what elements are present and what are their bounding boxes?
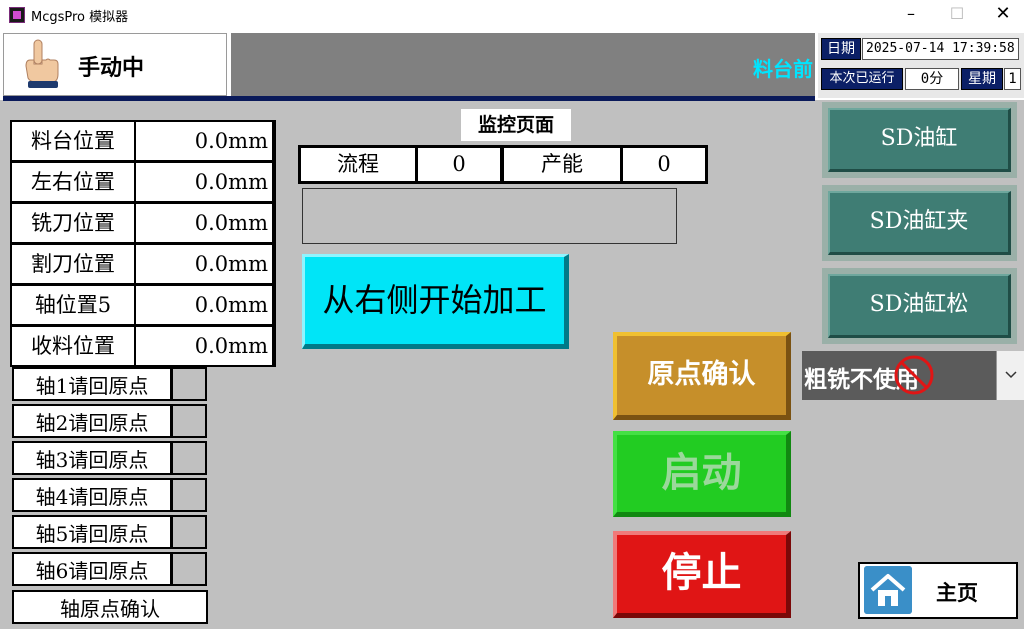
homing-lamp bbox=[171, 478, 207, 512]
weekday-value: 1 bbox=[1004, 68, 1021, 90]
position-label: 料台位置 bbox=[12, 122, 134, 160]
runtime-value: 0分 bbox=[905, 68, 959, 90]
position-value: 0.0mm bbox=[136, 327, 272, 365]
header-divider bbox=[3, 96, 815, 101]
app-icon bbox=[9, 7, 25, 23]
close-button[interactable]: ✕ bbox=[980, 0, 1024, 30]
homing-status: 轴1请回原点 bbox=[12, 367, 172, 401]
position-label: 收料位置 bbox=[12, 327, 134, 365]
position-value: 0.0mm bbox=[136, 122, 272, 160]
start-from-right-button[interactable]: 从右侧开始加工 bbox=[302, 254, 569, 349]
homing-status: 轴2请回原点 bbox=[12, 404, 172, 438]
homing-lamp bbox=[171, 367, 207, 401]
prohibited-icon bbox=[894, 355, 934, 395]
sd-cylinder-clamp-label: SD油缸夹 bbox=[828, 191, 1011, 255]
date-label: 日期 bbox=[821, 38, 861, 60]
capacity-value: 0 bbox=[623, 148, 705, 181]
position-label: 铣刀位置 bbox=[12, 204, 134, 242]
sd-cylinder-release-label: SD油缸松 bbox=[828, 274, 1011, 338]
message-box bbox=[302, 188, 677, 244]
sd-cylinder-clamp-button[interactable]: SD油缸夹 bbox=[822, 185, 1017, 261]
marquee-bar bbox=[231, 33, 815, 96]
window-titlebar bbox=[0, 0, 1024, 30]
position-value: 0.0mm bbox=[136, 163, 272, 201]
sd-cylinder-label: SD油缸 bbox=[828, 108, 1011, 172]
chevron-down-icon bbox=[1005, 371, 1017, 379]
home-confirm-button[interactable]: 原点确认 bbox=[613, 332, 791, 420]
flow-label: 流程 bbox=[301, 148, 415, 181]
marquee-text: 料台前 bbox=[753, 57, 813, 81]
position-value: 0.0mm bbox=[136, 204, 272, 242]
homing-lamp bbox=[171, 441, 207, 475]
home-icon bbox=[864, 566, 912, 614]
maximize-button[interactable]: ☐ bbox=[934, 0, 980, 30]
weekday-label: 星期 bbox=[961, 68, 1003, 90]
position-label: 割刀位置 bbox=[12, 245, 134, 283]
main-page-label: 主页 bbox=[936, 581, 978, 605]
position-label: 轴位置5 bbox=[12, 286, 134, 324]
runtime-label: 本次已运行 bbox=[821, 68, 903, 90]
start-button[interactable]: 启动 bbox=[613, 431, 791, 517]
stop-button[interactable]: 停止 bbox=[613, 531, 791, 618]
window-title: McgsPro 模拟器 bbox=[31, 10, 129, 25]
homing-confirm-status: 轴原点确认 bbox=[12, 590, 208, 624]
position-value: 0.0mm bbox=[136, 245, 272, 283]
position-value: 0.0mm bbox=[136, 286, 272, 324]
minimize-button[interactable]: – bbox=[888, 0, 934, 30]
hand-pointer-icon bbox=[25, 39, 59, 88]
homing-lamp bbox=[171, 515, 207, 549]
sd-cylinder-button[interactable]: SD油缸 bbox=[822, 102, 1017, 178]
homing-status: 轴5请回原点 bbox=[12, 515, 172, 549]
position-label: 左右位置 bbox=[12, 163, 134, 201]
date-value: 2025-07-14 17:39:58 bbox=[862, 38, 1019, 60]
mode-label: 手动中 bbox=[78, 56, 145, 81]
dropdown-button[interactable] bbox=[996, 351, 1024, 400]
homing-lamp bbox=[171, 552, 207, 586]
homing-status: 轴6请回原点 bbox=[12, 552, 172, 586]
flow-value: 0 bbox=[418, 148, 500, 181]
sd-cylinder-release-button[interactable]: SD油缸松 bbox=[822, 268, 1017, 344]
homing-status: 轴4请回原点 bbox=[12, 478, 172, 512]
homing-status: 轴3请回原点 bbox=[12, 441, 172, 475]
monitor-title: 监控页面 bbox=[461, 109, 571, 141]
homing-lamp bbox=[171, 404, 207, 438]
capacity-label: 产能 bbox=[504, 148, 620, 181]
